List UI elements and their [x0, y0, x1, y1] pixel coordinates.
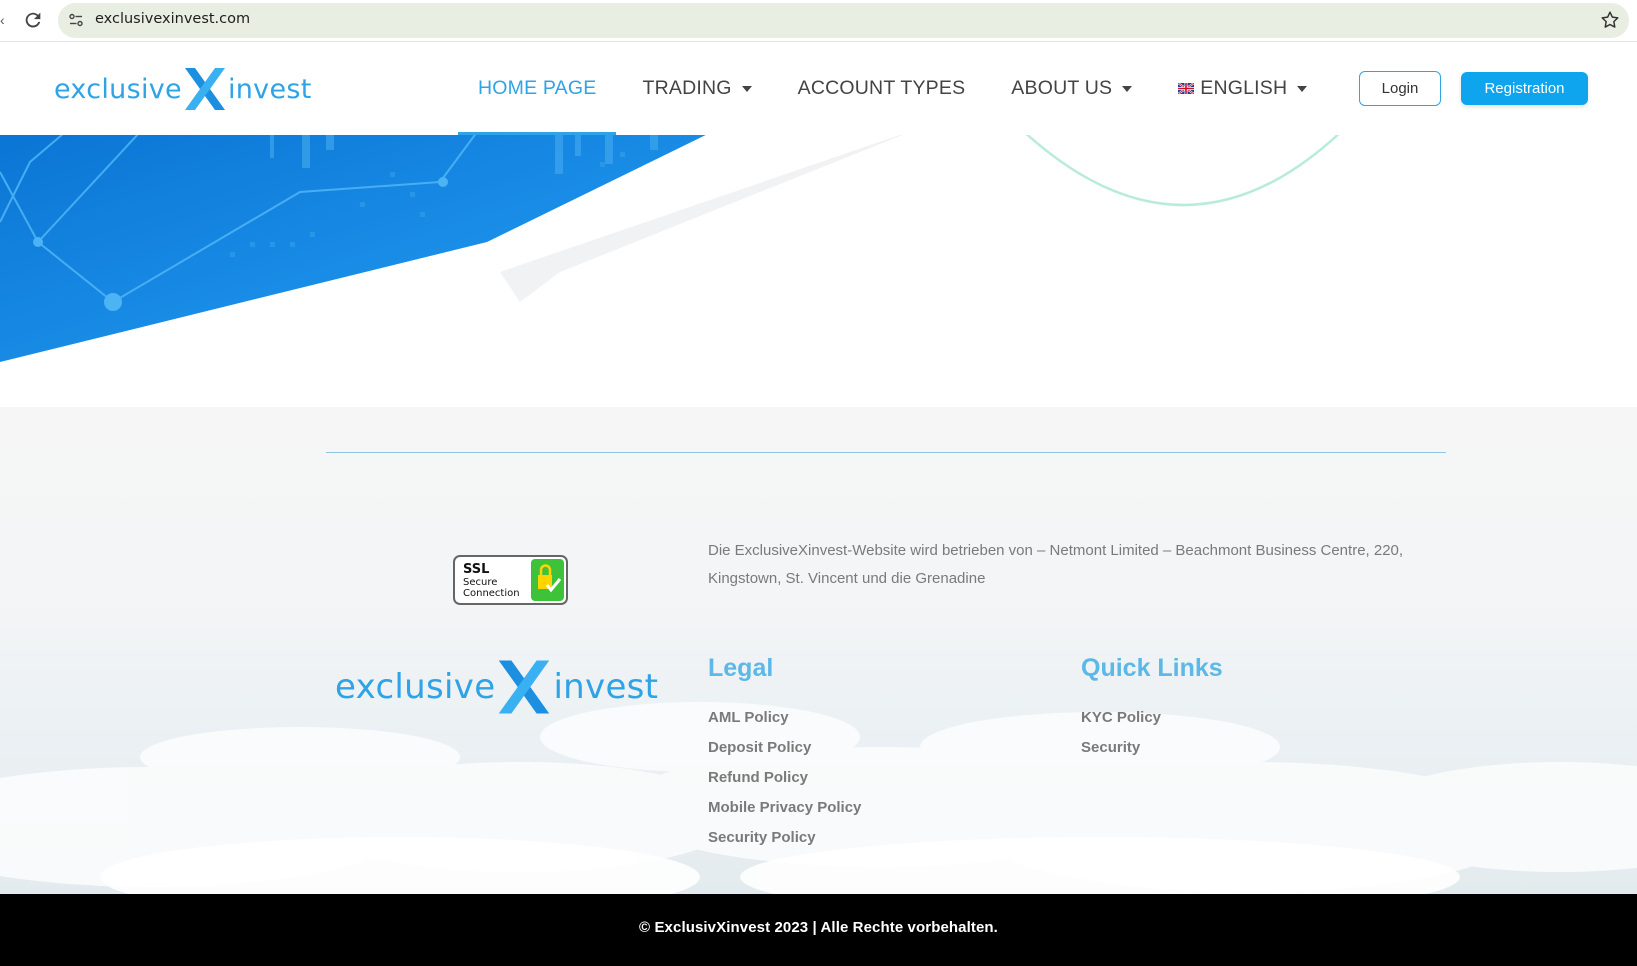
url-text[interactable]: exclusivexinvest.com	[95, 11, 250, 27]
logo-text-right: invest	[227, 73, 312, 105]
caret-down-icon	[1122, 85, 1133, 92]
header-logo[interactable]: exclusive invest	[54, 66, 312, 112]
browser-toolbar: ‹ exclusivexinvest.com	[0, 0, 1637, 42]
registration-button[interactable]: Registration	[1461, 72, 1588, 105]
site-footer: SSL Secure Connection exclusive invest D…	[0, 407, 1637, 894]
link-mobile-privacy-policy[interactable]: Mobile Privacy Policy	[708, 793, 861, 823]
nav-about-us[interactable]: ABOUT US	[1011, 42, 1133, 135]
link-refund-policy[interactable]: Refund Policy	[708, 763, 861, 793]
ssl-line1: SSL	[463, 562, 489, 577]
link-security-policy[interactable]: Security Policy	[708, 823, 861, 853]
caret-down-icon	[741, 85, 752, 92]
footer-divider	[326, 452, 1446, 453]
link-kyc-policy[interactable]: KYC Policy	[1081, 703, 1161, 733]
main-nav: HOME PAGE TRADING ACCOUNT TYPES ABOUT US…	[457, 42, 1353, 135]
nav-account-types-label: ACCOUNT TYPES	[797, 77, 966, 99]
quick-links: KYC Policy Security	[1081, 703, 1161, 763]
nav-about-us-label: ABOUT US	[1011, 77, 1113, 99]
caret-down-icon	[1297, 85, 1308, 92]
legal-links: AML Policy Deposit Policy Refund Policy …	[708, 703, 861, 853]
nav-home-page[interactable]: HOME PAGE	[457, 42, 618, 135]
ssl-line3: Connection	[463, 588, 520, 599]
back-arrow-icon[interactable]: ‹	[0, 12, 5, 28]
nav-account-types[interactable]: ACCOUNT TYPES	[798, 42, 966, 135]
logo-text-left: exclusive	[54, 73, 182, 105]
nav-home-page-label: HOME PAGE	[478, 77, 597, 99]
quick-links-heading: Quick Links	[1081, 654, 1223, 682]
link-security[interactable]: Security	[1081, 733, 1161, 763]
legal-heading: Legal	[708, 654, 774, 682]
site-header: exclusive invest HOME PAGE TRADING ACCOU…	[0, 42, 1637, 135]
copyright-bar: © ExclusivXinvest 2023 | Alle Rechte vor…	[0, 894, 1637, 966]
reload-icon[interactable]	[22, 9, 44, 31]
site-info-icon[interactable]	[68, 12, 84, 28]
uk-flag-icon	[1178, 83, 1195, 94]
footer-logo-x-mark	[499, 660, 550, 714]
footer-logo-text-right: invest	[553, 667, 659, 707]
address-bar[interactable]: exclusivexinvest.com	[58, 3, 1629, 38]
nav-trading[interactable]: TRADING	[642, 42, 752, 135]
hero-arc	[1019, 127, 1346, 207]
login-button[interactable]: Login	[1359, 71, 1441, 106]
bookmark-star-icon[interactable]	[1599, 9, 1621, 31]
ssl-line2: Secure	[463, 577, 497, 588]
nav-trading-label: TRADING	[642, 77, 732, 99]
nav-language[interactable]: ENGLISH	[1178, 42, 1308, 135]
ssl-secure-badge: SSL Secure Connection	[453, 555, 568, 605]
nav-language-label: ENGLISH	[1200, 77, 1288, 99]
footer-logo-text-left: exclusive	[335, 667, 496, 707]
footer-logo[interactable]: exclusive invest	[335, 657, 658, 717]
logo-x-mark	[184, 68, 225, 110]
link-aml-policy[interactable]: AML Policy	[708, 703, 861, 733]
link-deposit-policy[interactable]: Deposit Policy	[708, 733, 861, 763]
copyright-text: © ExclusivXinvest 2023 | Alle Rechte vor…	[639, 918, 998, 936]
company-address: Die ExclusiveXinvest-Website wird betrie…	[708, 542, 1404, 587]
